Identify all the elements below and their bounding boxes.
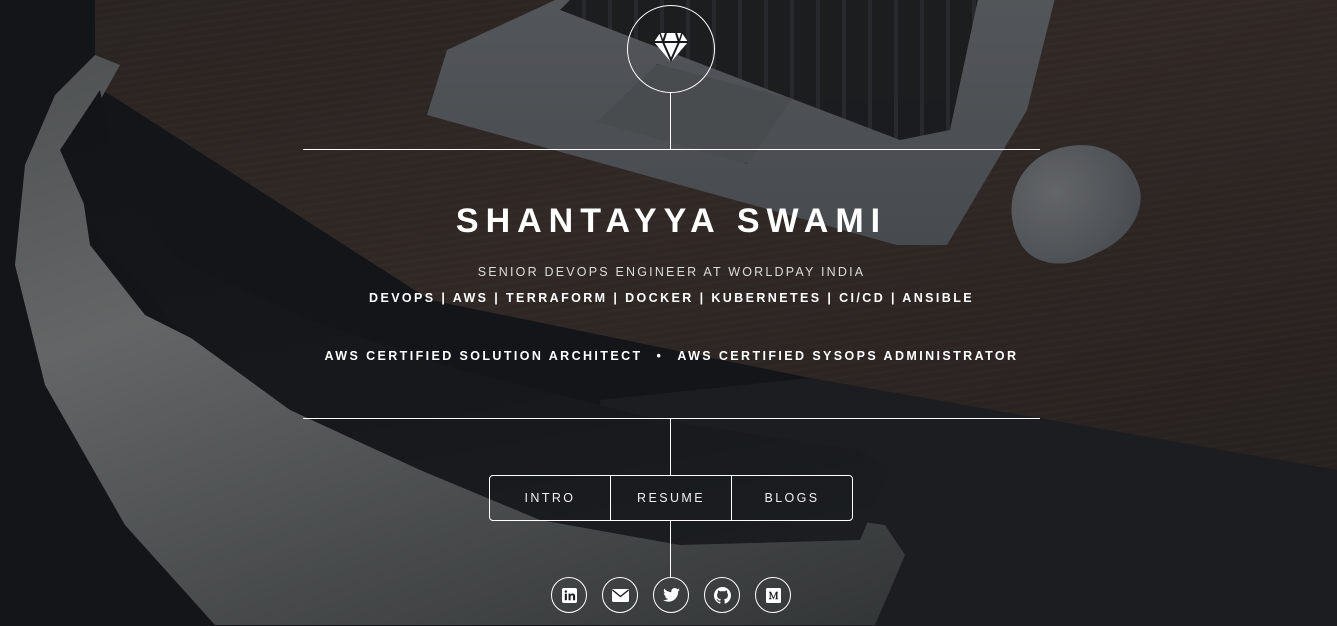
medium-button[interactable] bbox=[755, 577, 791, 613]
medium-icon bbox=[765, 587, 781, 603]
social-links bbox=[551, 577, 791, 613]
page-title: SHANTAYYA SWAMI bbox=[455, 202, 888, 240]
linkedin-icon bbox=[561, 587, 577, 603]
linkedin-button[interactable] bbox=[551, 577, 587, 613]
certification-item: AWS CERTIFIED SOLUTION ARCHITECT bbox=[324, 349, 643, 363]
diamond-icon bbox=[653, 31, 689, 68]
certification-separator: • bbox=[656, 349, 664, 363]
github-icon bbox=[713, 586, 731, 604]
job-title: SENIOR DEVOPS ENGINEER AT WORLDPAY INDIA bbox=[477, 265, 866, 279]
nav-resume[interactable]: RESUME bbox=[610, 476, 731, 520]
certifications: AWS CERTIFIED SOLUTION ARCHITECT • AWS CER… bbox=[243, 349, 1100, 363]
envelope-icon bbox=[611, 588, 629, 602]
skills-list: DEVOPS | AWS | TERRAFORM | DOCKER | KUBE… bbox=[369, 291, 974, 305]
social-connector bbox=[670, 521, 671, 577]
certification-item: AWS CERTIFIED SYSOPS ADMINISTRATOR bbox=[677, 349, 1019, 363]
nav-blogs[interactable]: BLOGS bbox=[731, 476, 852, 520]
bottom-divider bbox=[303, 418, 1040, 419]
nav-intro[interactable]: INTRO bbox=[490, 476, 610, 520]
hero-content: SHANTAYYA SWAMI SENIOR DEVOPS ENGINEER A… bbox=[303, 150, 1040, 418]
twitter-icon bbox=[662, 588, 680, 602]
nav-connector bbox=[670, 419, 671, 475]
email-button[interactable] bbox=[602, 577, 638, 613]
twitter-button[interactable] bbox=[653, 577, 689, 613]
github-button[interactable] bbox=[704, 577, 740, 613]
top-connector bbox=[670, 92, 671, 149]
logo bbox=[627, 5, 715, 93]
main-nav: INTRO RESUME BLOGS bbox=[489, 475, 853, 521]
